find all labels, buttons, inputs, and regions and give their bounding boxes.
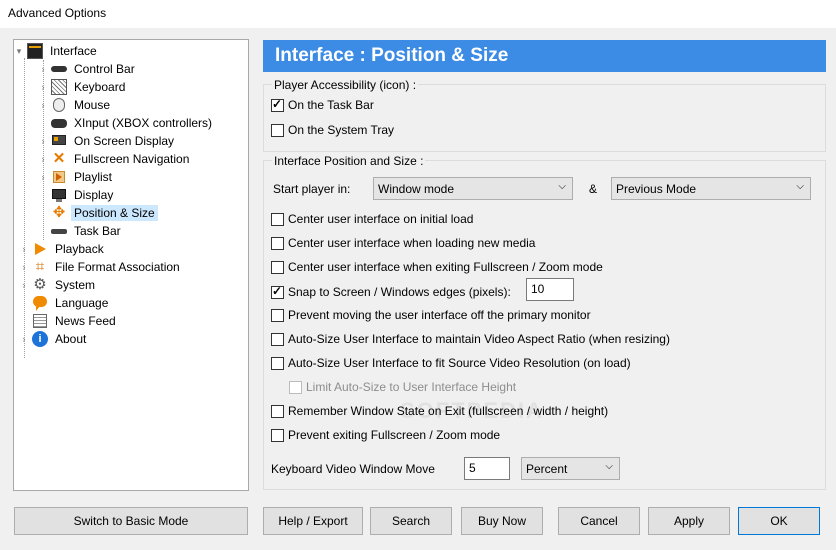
- checkbox-box[interactable]: [271, 332, 284, 346]
- keyboard-icon: [51, 79, 67, 95]
- tree-item-fullscreen-navigation[interactable]: › ✕ Fullscreen Navigation: [38, 150, 192, 168]
- title-bar: Advanced Options: [0, 0, 836, 28]
- language-icon: [32, 295, 48, 311]
- position-icon: ✥: [52, 204, 66, 221]
- search-button[interactable]: Search: [370, 507, 452, 535]
- info-icon: i: [32, 331, 48, 347]
- tree-item-about[interactable]: › i About: [19, 330, 89, 348]
- chevron-right-icon[interactable]: ›: [38, 100, 48, 110]
- tree-item-system[interactable]: › ⚙ System: [19, 276, 98, 294]
- tree-item-xinput[interactable]: XInput (XBOX controllers): [38, 114, 215, 132]
- switch-basic-mode-button[interactable]: Switch to Basic Mode: [14, 507, 248, 535]
- system-tray-checkbox[interactable]: On the System Tray: [271, 123, 394, 137]
- ok-button[interactable]: OK: [738, 507, 820, 535]
- autosize-aspect-checkbox[interactable]: Auto-Size User Interface to maintain Vid…: [271, 332, 670, 346]
- apply-button[interactable]: Apply: [648, 507, 730, 535]
- tree-item-keyboard[interactable]: › Keyboard: [38, 78, 128, 96]
- tree-item-playback[interactable]: › Playback: [19, 240, 107, 258]
- tree-item-news-feed[interactable]: News Feed: [19, 312, 119, 330]
- limit-autosize-checkbox: Limit Auto-Size to User Interface Height: [289, 380, 516, 394]
- checkbox-box[interactable]: [271, 284, 284, 299]
- start-player-label: Start player in:: [273, 182, 351, 196]
- file-association-icon: ⌗: [35, 258, 45, 275]
- position-group-title: Interface Position and Size :: [272, 154, 426, 168]
- taskbar-icon: [51, 223, 67, 239]
- chevron-right-icon[interactable]: ›: [38, 154, 48, 164]
- chevron-right-icon[interactable]: ›: [38, 136, 48, 146]
- chevron-right-icon[interactable]: ›: [38, 82, 48, 92]
- buy-now-button[interactable]: Buy Now: [461, 507, 543, 535]
- chevron-down-icon: ⌵: [558, 181, 566, 192]
- mouse-icon: [51, 97, 67, 113]
- chevron-right-icon[interactable]: ›: [19, 334, 29, 344]
- checkbox-box[interactable]: [271, 308, 284, 322]
- interface-icon: [27, 43, 43, 59]
- chevron-right-icon[interactable]: ›: [38, 64, 48, 74]
- display-icon: [51, 187, 67, 203]
- options-tree[interactable]: ▾ Interface › Control Bar › Keyboard › M…: [13, 39, 249, 491]
- gamepad-icon: [51, 115, 67, 131]
- window-title: Advanced Options: [8, 6, 107, 20]
- tree-item-playlist[interactable]: › Playlist: [38, 168, 115, 186]
- task-bar-checkbox[interactable]: On the Task Bar: [271, 97, 374, 112]
- tree-item-language[interactable]: Language: [19, 294, 111, 312]
- page-header: Interface : Position & Size: [263, 40, 826, 72]
- checkbox-box[interactable]: [271, 97, 284, 112]
- playlist-icon: [51, 169, 67, 185]
- chevron-right-icon[interactable]: ›: [19, 280, 29, 290]
- tree-item-interface[interactable]: ▾ Interface: [14, 42, 100, 60]
- center-initial-checkbox[interactable]: Center user interface on initial load: [271, 212, 473, 226]
- tree-item-osd[interactable]: › On Screen Display: [38, 132, 177, 150]
- cancel-button[interactable]: Cancel: [558, 507, 640, 535]
- checkbox-box[interactable]: [271, 123, 284, 137]
- help-export-button[interactable]: Help / Export: [263, 507, 363, 535]
- ampersand-label: &: [589, 182, 598, 196]
- keyboard-move-label: Keyboard Video Window Move: [271, 462, 435, 476]
- chevron-right-icon[interactable]: ›: [19, 244, 29, 254]
- accessibility-group: [263, 84, 826, 152]
- start-mode-select[interactable]: Window mode ⌵: [373, 177, 573, 200]
- checkbox-box[interactable]: [271, 260, 284, 274]
- chevron-right-icon[interactable]: ›: [38, 172, 48, 182]
- chevron-right-icon[interactable]: ›: [19, 262, 29, 272]
- keyboard-move-unit-select[interactable]: Percent ⌵: [521, 457, 620, 480]
- tree-item-mouse[interactable]: › Mouse: [38, 96, 113, 114]
- tree-item-task-bar[interactable]: Task Bar: [38, 222, 124, 240]
- accessibility-group-title: Player Accessibility (icon) :: [272, 78, 419, 92]
- chevron-down-icon: ⌵: [605, 461, 613, 472]
- chevron-down-icon[interactable]: ▾: [14, 46, 24, 57]
- prevent-off-monitor-checkbox[interactable]: Prevent moving the user interface off th…: [271, 308, 591, 322]
- checkbox-box[interactable]: [271, 428, 284, 442]
- page-title: Interface : Position & Size: [275, 45, 509, 66]
- tree-item-display[interactable]: Display: [38, 186, 116, 204]
- chevron-down-icon: ⌵: [796, 181, 804, 192]
- checkbox-box[interactable]: [271, 356, 284, 370]
- control-bar-icon: [51, 61, 67, 77]
- snap-edges-checkbox[interactable]: Snap to Screen / Windows edges (pixels):: [271, 284, 511, 299]
- news-icon: [32, 313, 48, 329]
- keyboard-move-input[interactable]: 5: [464, 457, 510, 480]
- osd-icon: [51, 133, 67, 149]
- tree-item-position-size[interactable]: ✥ Position & Size: [38, 204, 158, 222]
- tree-item-control-bar[interactable]: › Control Bar: [38, 60, 138, 78]
- watermark: SOFTPEDIA: [400, 398, 544, 423]
- center-exit-fullscreen-checkbox[interactable]: Center user interface when exiting Fulls…: [271, 260, 603, 274]
- checkbox-box: [289, 380, 302, 394]
- checkbox-box[interactable]: [271, 212, 284, 226]
- gear-icon: ⚙: [33, 276, 47, 293]
- fullscreen-icon: ✕: [52, 150, 66, 167]
- autosize-source-checkbox[interactable]: Auto-Size User Interface to fit Source V…: [271, 356, 631, 370]
- snap-pixels-input[interactable]: 10: [526, 278, 574, 301]
- prevent-exit-fullscreen-checkbox[interactable]: Prevent exiting Fullscreen / Zoom mode: [271, 428, 500, 442]
- center-new-media-checkbox[interactable]: Center user interface when loading new m…: [271, 236, 535, 250]
- tree-item-file-format[interactable]: › ⌗ File Format Association: [19, 258, 183, 276]
- playback-icon: [32, 241, 48, 257]
- second-mode-select[interactable]: Previous Mode ⌵: [611, 177, 811, 200]
- checkbox-box[interactable]: [271, 404, 284, 418]
- checkbox-box[interactable]: [271, 236, 284, 250]
